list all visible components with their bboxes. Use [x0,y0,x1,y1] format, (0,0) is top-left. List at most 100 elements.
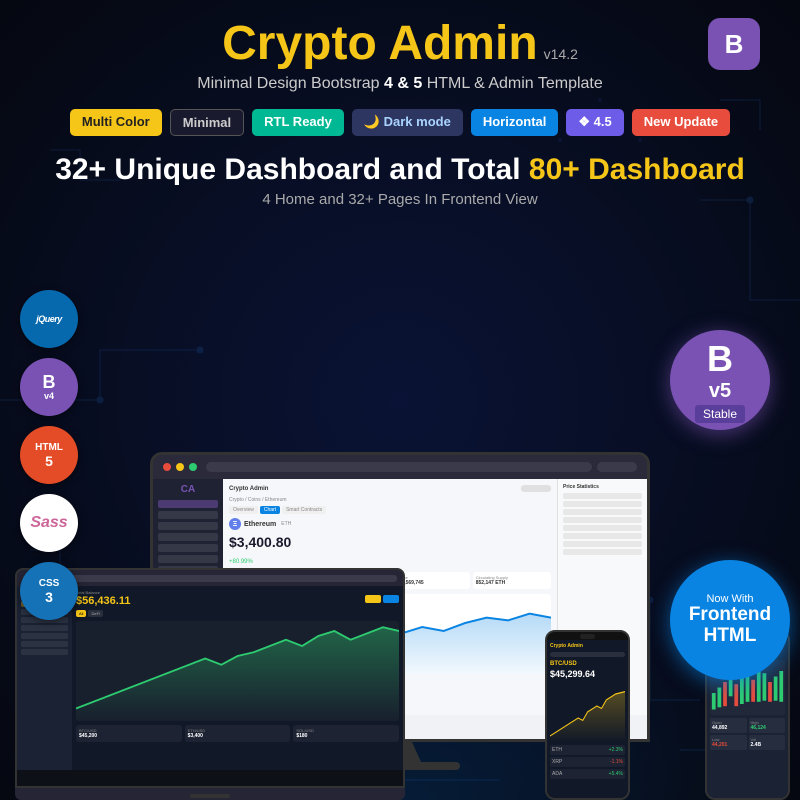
header-row: Crypto Admin v14.2 Minimal Design Bootst… [30,18,770,93]
nav-item-4 [158,533,218,541]
jquery-icon: jQuery [20,290,78,348]
phone-chart-svg [550,682,625,742]
subtitle-suffix: HTML & Admin Template [427,75,603,92]
dashboard-topbar: Crypto Admin [229,485,551,492]
price-stat-1 [563,493,642,499]
badge-multicolor[interactable]: Multi Color [70,109,162,136]
dashboard-logo: CA [158,484,218,495]
laptop-balance: $56,436.11 [76,595,130,607]
phone-stat-low: Low 44,201 [710,735,747,750]
laptop-header: Total Balance $56,436.11 [76,590,399,607]
tech-icons-column: jQuery B v4 HTML 5 Sass CSS 3 [20,290,78,620]
btn-buy [365,595,381,603]
laptop-nav-7 [21,649,68,655]
nav-item-3 [158,522,218,530]
panel-header: Price Statistics [563,484,642,490]
price-change: +80.99% [229,559,253,565]
stat-value-cs: 852,147 ETH [476,580,548,586]
bootstrap-v4-icon: B v4 [20,358,78,416]
laptop-main: Total Balance $56,436.11 All DeFi [72,586,403,770]
subtitle: Minimal Design Bootstrap 4 & 5 HTML & Ad… [197,75,603,93]
app-version: v14.2 [544,47,578,62]
monitor-dot-yellow [176,463,184,471]
price-stat-6 [563,533,642,539]
phone-header-left: Crypto Admin [550,643,625,649]
frontend-now-text: Now With [706,593,753,605]
price-stat-2 [563,501,642,507]
search-bar [521,485,551,492]
phone-left-screen: Crypto Admin BTC/USD $45,299.64 [547,640,628,800]
headline-prefix: 32+ Unique Dashboard and Total [55,153,520,186]
stat-circulating: Circulating Supply 852,147 ETH [473,572,551,589]
phone-device-left: Crypto Admin BTC/USD $45,299.64 [545,630,630,800]
phone-logo-left: Crypto Admin [550,643,583,649]
css3-icon: CSS 3 [20,562,78,620]
card-btc: BTC/USD $45,200 [76,725,182,742]
badge-rtl[interactable]: RTL Ready [252,109,344,136]
phone-coin-row-2: XRP -1.1% [550,757,625,767]
phone-coin-list: ETH +2.3% XRP -1.1% ADA +5.4% [550,745,625,779]
phone-chart [550,682,625,742]
bv5-version: v5 [709,380,731,403]
phone-price-value: $45,299.64 [550,669,625,679]
subtitle-prefix: Minimal Design Bootstrap [197,75,379,92]
monitor-address-bar [206,462,592,472]
phone-left-body: Crypto Admin BTC/USD $45,299.64 [545,630,630,800]
laptop-chart-svg [76,621,399,721]
bootstrap-v5-badge: B v5 Stable [670,330,770,430]
laptop-nav-5 [21,633,68,639]
bootstrap-letter: B [725,29,744,60]
nav-item-2 [158,511,218,519]
badge-newupdate[interactable]: New Update [632,109,730,136]
filter-defi: DeFi [88,610,102,617]
topbar-title: Crypto Admin [229,486,268,492]
phone-stat-open: Open 44,892 [710,718,747,733]
laptop-action-btns [365,595,399,603]
price-stat-8 [563,549,642,555]
headline-main: 32+ Unique Dashboard and Total 80+ Dashb… [55,152,745,188]
badge-darkmode[interactable]: 🌙 Dark mode [352,109,463,136]
frontend-html-badge: Now With Frontend HTML [670,560,790,680]
badge-minimal[interactable]: Minimal [170,109,244,136]
breadcrumb: Crypto / Coins / Ethereum [229,497,551,503]
btn-sell [383,595,399,603]
phone-stat-high: High 46,124 [749,718,786,733]
phone-price-display: BTC/USD [550,661,625,667]
headline-accent: 80+ Dashboard [529,153,745,186]
subtitle-bold: 4 & 5 [384,75,422,92]
laptop-nav-4 [21,625,68,631]
card-eth: ETH/USD $3,400 [185,725,291,742]
stat-value-vol: $ 15,569,745 [395,580,467,586]
coin-name: Ethereum [244,521,276,528]
tab-overview: Overview [229,506,258,514]
phone-stat-vol: Vol 2.4B [749,735,786,750]
bv5-stable: Stable [695,405,745,423]
bootstrap-logo-badge: B [708,18,760,70]
badge-version[interactable]: ❖ 4.5 [566,109,623,136]
headline-sub: 4 Home and 32+ Pages In Frontend View [55,191,745,208]
sass-icon: Sass [20,494,78,552]
phone-notch-left [547,632,628,640]
badge-horizontal[interactable]: Horizontal [471,109,559,136]
phone-search-left [550,652,625,657]
nav-item-6 [158,555,218,563]
phone-coin-row-1: ETH +2.3% [550,745,625,755]
laptop-keyboard [15,788,405,800]
price-stat-4 [563,517,642,523]
eth-icon: Ξ [229,518,241,530]
price-stat-7 [563,541,642,547]
laptop-address-bar [51,575,397,582]
headline-section: 32+ Unique Dashboard and Total 80+ Dashb… [55,152,745,208]
nav-item-1 [158,500,218,508]
price-stat-3 [563,509,642,515]
laptop-chart [76,621,399,721]
laptop-bottom-cards: BTC/USD $45,200 ETH/USD $3,400 SOL/USD $… [76,725,399,742]
phone-stats-grid: Open 44,892 High 46,124 Low 44,201 Vol 2… [710,718,785,750]
app-title: Crypto Admin [222,18,538,71]
monitor-dot-red [163,463,171,471]
bv5-letter: B [707,338,733,380]
card-sol: SOL/USD $180 [293,725,399,742]
html5-icon: HTML 5 [20,426,78,484]
feature-badges: Multi Color Minimal RTL Ready 🌙 Dark mod… [70,109,730,136]
title-block: Crypto Admin v14.2 Minimal Design Bootst… [197,18,603,93]
